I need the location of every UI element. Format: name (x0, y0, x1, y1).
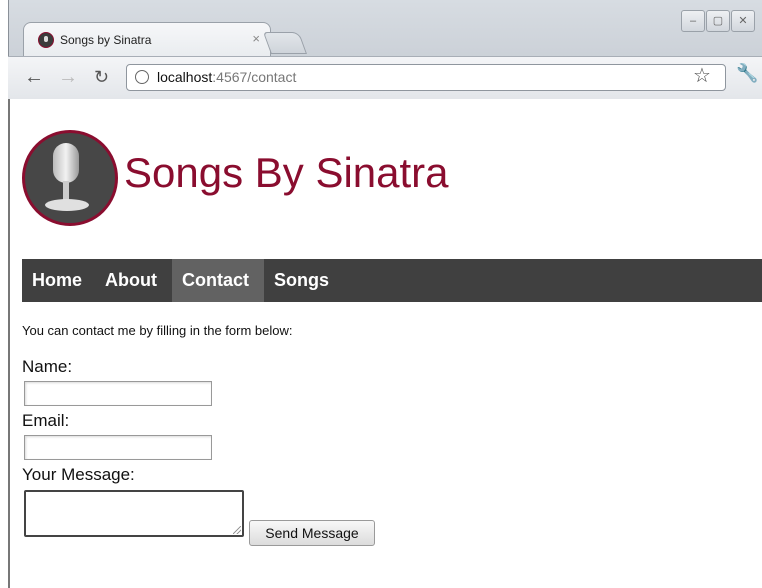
resize-grip-icon[interactable] (233, 526, 241, 534)
message-label: Your Message: (22, 465, 135, 484)
microphone-logo-icon (22, 130, 118, 226)
url-text[interactable]: localhost:4567/contact (157, 69, 296, 85)
wrench-icon[interactable]: 🔧 (736, 63, 758, 84)
page-content: Songs By Sinatra Home About Contact Song… (8, 99, 762, 588)
main-nav: Home About Contact Songs (22, 259, 762, 302)
globe-icon (135, 70, 149, 84)
email-field[interactable] (24, 435, 212, 460)
send-message-button[interactable]: Send Message (249, 520, 375, 546)
nav-item-contact[interactable]: Contact (172, 259, 264, 302)
url-host: localhost (157, 69, 213, 85)
maximize-icon[interactable]: ▢ (706, 10, 730, 32)
minimize-icon[interactable]: – (681, 10, 705, 32)
tab-close-icon[interactable]: × (252, 31, 260, 46)
email-label: Email: (22, 411, 70, 430)
nav-item-home[interactable]: Home (22, 259, 92, 302)
tab-title: Songs by Sinatra (60, 33, 152, 47)
browser-toolbar: ← → ↻ localhost:4567/contact ☆ 🔧 (8, 56, 762, 100)
url-path: :4567/contact (212, 69, 297, 85)
name-field[interactable] (24, 381, 212, 406)
browser-tab[interactable]: Songs by Sinatra × (23, 22, 271, 57)
contact-intro: You can contact me by filling in the for… (22, 323, 293, 338)
name-label: Name: (22, 357, 73, 376)
reload-icon[interactable]: ↻ (94, 65, 109, 89)
back-icon[interactable]: ← (24, 65, 44, 89)
nav-item-about[interactable]: About (95, 259, 167, 302)
bookmark-star-icon[interactable]: ☆ (693, 63, 711, 88)
close-window-icon[interactable]: ✕ (731, 10, 755, 32)
address-bar[interactable]: localhost:4567/contact (126, 64, 726, 91)
favicon-icon (38, 32, 54, 48)
new-tab-button[interactable] (262, 32, 308, 54)
nav-item-songs[interactable]: Songs (264, 259, 339, 302)
forward-icon[interactable]: → (58, 65, 78, 89)
message-textarea[interactable] (24, 490, 244, 537)
site-title: Songs By Sinatra (124, 149, 449, 196)
